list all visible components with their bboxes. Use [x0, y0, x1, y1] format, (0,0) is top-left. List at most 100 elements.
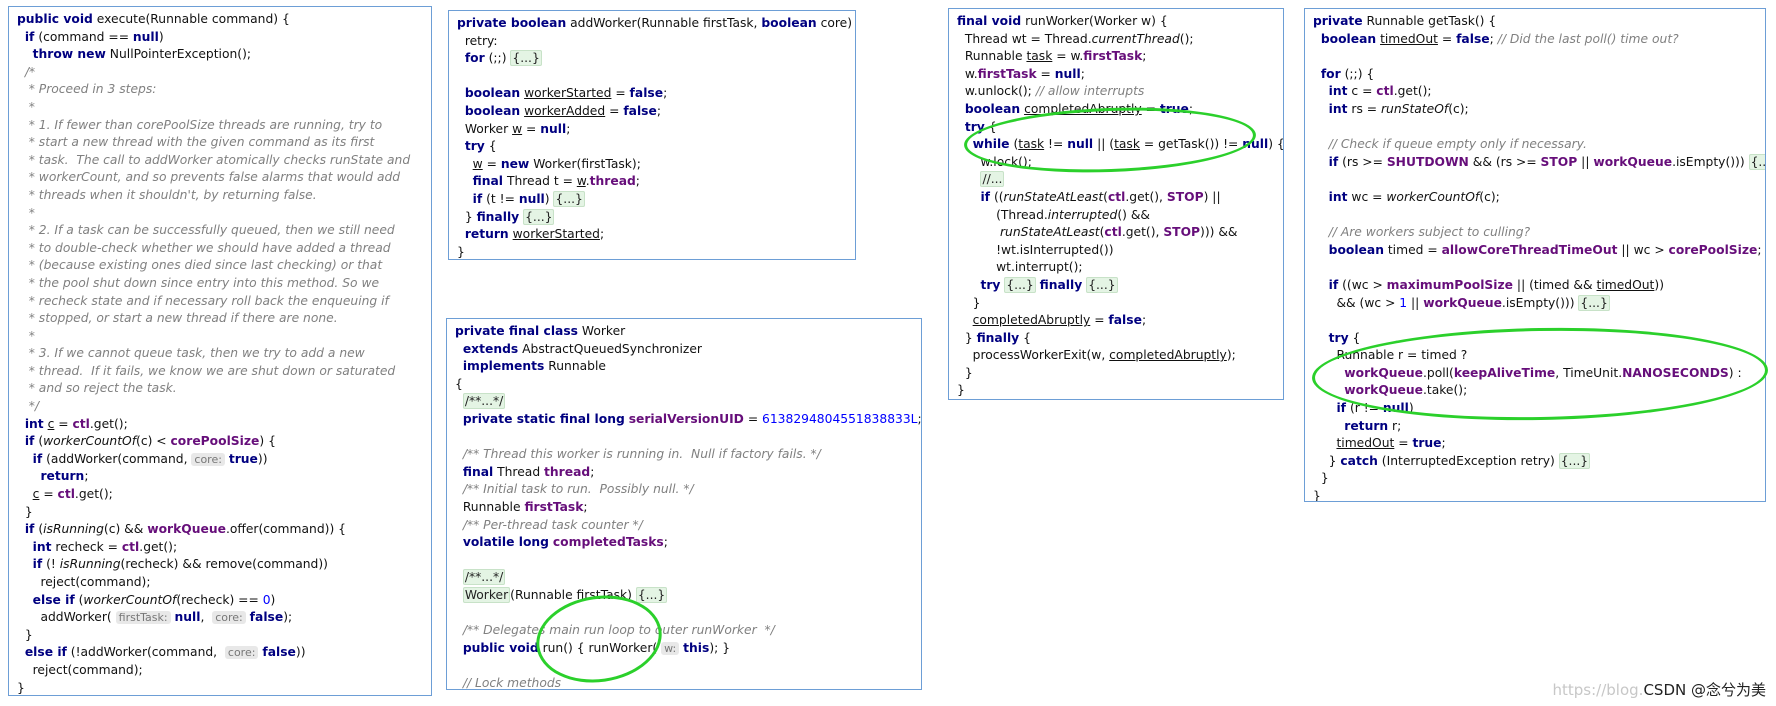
code-line: }: [457, 244, 851, 259]
code-token: thread: [589, 174, 636, 189]
code-token: () &&: [1117, 207, 1150, 222]
code-token: {...}: [523, 208, 555, 225]
code-line: {: [455, 376, 917, 394]
code-token: (c);: [1448, 101, 1469, 116]
code-token: /** Per-thread task counter */: [455, 517, 643, 532]
code-token: true: [1412, 436, 1442, 451]
code-token: for: [464, 51, 485, 66]
code-token: finally: [476, 209, 520, 224]
code-token: (recheck) ==: [176, 592, 263, 607]
code-token: processWorkerExit(w,: [957, 348, 1110, 363]
code-token: ||: [1577, 154, 1594, 169]
code-token: thread: [544, 464, 591, 479]
code-token: currentThread: [1091, 31, 1180, 46]
code-token: null: [1054, 66, 1081, 81]
code-token: if: [32, 451, 43, 466]
code-token: {...}: [1086, 276, 1118, 293]
code-token: timedOut: [1596, 277, 1655, 292]
code-token: c =: [1347, 84, 1377, 99]
code-token: .get(),: [1125, 189, 1167, 204]
code-token: completedAbruptly: [1109, 348, 1227, 363]
code-token: (command ==: [34, 29, 133, 44]
code-token: if: [1328, 154, 1339, 169]
code-token: timed =: [1383, 242, 1442, 257]
code-token: Runnable: [957, 49, 1027, 64]
code-token: core:: [212, 611, 246, 625]
code-token: reject(command);: [17, 662, 143, 677]
code-token: // Lock methods: [455, 675, 562, 690]
code-token: }: [957, 365, 973, 380]
code-token: && (rs >=: [1468, 154, 1541, 169]
code-token: )): [1654, 277, 1664, 292]
code-token: boolean: [761, 16, 817, 30]
code-token: finally: [1039, 277, 1083, 292]
code-token: try: [464, 139, 485, 154]
code-token: Runnable: [455, 499, 525, 514]
code-token: .get();: [139, 539, 178, 554]
code-token: =: [611, 86, 630, 101]
code-token: ,: [200, 610, 213, 625]
code-line: private Runnable getTask() {: [1313, 13, 1761, 31]
code-token: w.unlock();: [957, 84, 1036, 99]
code-line: * to double-check whether we should have…: [17, 240, 427, 258]
watermark-text: CSDN @念兮为美: [1643, 681, 1766, 699]
code-line: * (because existing ones died since last…: [17, 257, 427, 275]
code-token: ;: [599, 227, 605, 242]
code-token: ) {: [259, 434, 276, 449]
code-token: true: [228, 451, 258, 466]
code-token: }: [1313, 453, 1341, 468]
code-token: {...}: [1748, 153, 1765, 170]
code-token: else if: [24, 645, 67, 660]
code-token: serialVersionUID: [628, 411, 744, 426]
code-token: null: [132, 29, 159, 44]
code-line: boolean workerStarted = false;: [457, 85, 851, 103]
code-token: * 1. If fewer than corePoolSize threads …: [17, 117, 383, 132]
code-token: extends: [462, 341, 519, 356]
code-token: ;: [917, 411, 922, 426]
code-token: ) ||: [1203, 189, 1221, 204]
code-token: public void: [462, 640, 539, 655]
code-token: =: [482, 156, 501, 171]
code-token: task: [1026, 49, 1053, 64]
code-line: Worker w = null;: [457, 121, 851, 139]
code-token: for: [1320, 66, 1341, 81]
code-line: }: [17, 680, 427, 695]
code-token: (c) <: [136, 434, 171, 449]
code-token: =: [605, 103, 624, 118]
code-token: )): [295, 645, 306, 660]
code-token: }: [17, 680, 25, 695]
code-token: if: [1328, 277, 1339, 292]
code-token: catch: [1340, 453, 1378, 468]
code-token: 0: [262, 592, 271, 607]
code-token: ;: [1141, 313, 1147, 328]
code-token: .get();: [89, 416, 128, 431]
code-token: * thread. If it fails, we know we are sh…: [17, 363, 396, 378]
code-token: int: [1328, 84, 1348, 99]
code-token: volatile long: [462, 535, 549, 550]
code-line: //...: [957, 171, 1279, 189]
code-token: boolean: [1320, 31, 1377, 46]
code-token: *: [17, 205, 35, 220]
code-token: workerStarted: [512, 227, 600, 242]
code-token: NullPointerException();: [105, 47, 252, 62]
code-line: // Lock methods: [455, 675, 917, 690]
code-line: *: [17, 99, 427, 117]
code-line: final void runWorker(Worker w) {: [957, 13, 1279, 31]
code-token: 6138294804551838833L: [762, 411, 918, 426]
code-token: * 3. If we cannot queue task, then we tr…: [17, 346, 365, 361]
runworker-code: final void runWorker(Worker w) { Thread …: [957, 13, 1283, 399]
worker-class-code: private final class Worker extends Abstr…: [455, 323, 921, 690]
code-token: ))) &&: [1200, 225, 1238, 240]
code-token: finally: [976, 330, 1020, 345]
